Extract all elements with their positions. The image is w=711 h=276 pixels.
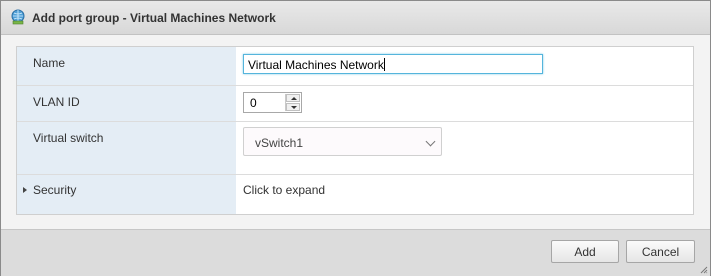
name-input-value: Virtual Machines Network xyxy=(248,58,384,72)
form-label-cell: Security xyxy=(17,175,236,214)
form-value-cell: Click to expand xyxy=(236,175,693,214)
chevron-down-icon xyxy=(425,136,436,147)
virtual-switch-label: Virtual switch xyxy=(33,131,104,145)
vlan-id-value: 0 xyxy=(250,96,257,110)
dialog-titlebar[interactable]: Add port group - Virtual Machines Networ… xyxy=(1,1,710,35)
decrement-button[interactable] xyxy=(286,103,300,111)
form-row-security[interactable]: Security Click to expand xyxy=(17,175,693,214)
increment-button[interactable] xyxy=(286,94,300,102)
text-caret xyxy=(383,58,385,71)
add-button[interactable]: Add xyxy=(551,240,619,263)
arrow-up-icon xyxy=(291,97,297,100)
dialog-title: Add port group - Virtual Machines Networ… xyxy=(32,11,276,25)
name-label: Name xyxy=(33,56,66,70)
stepper-buttons xyxy=(285,94,300,111)
form-label-cell: VLAN ID xyxy=(17,86,236,121)
form-value-cell: vSwitch1 xyxy=(236,122,693,174)
add-port-group-dialog: Add port group - Virtual Machines Networ… xyxy=(0,0,711,276)
form-value-cell: Virtual Machines Network xyxy=(236,47,693,85)
dialog-body: Name Virtual Machines Network VLAN ID 0 xyxy=(1,35,710,229)
name-input[interactable]: Virtual Machines Network xyxy=(243,54,543,74)
resize-grip-icon[interactable] xyxy=(700,266,708,274)
form-row-vlan: VLAN ID 0 xyxy=(17,86,693,122)
security-label[interactable]: Security xyxy=(33,183,76,197)
network-portgroup-icon xyxy=(11,9,25,25)
dialog-footer: Add Cancel xyxy=(1,229,710,276)
security-expand-text[interactable]: Click to expand xyxy=(243,183,325,197)
form-row-name: Name Virtual Machines Network xyxy=(17,47,693,86)
port-group-form: Name Virtual Machines Network VLAN ID 0 xyxy=(16,46,694,215)
virtual-switch-select[interactable]: vSwitch1 xyxy=(243,127,442,156)
form-label-cell: Virtual switch xyxy=(17,122,236,174)
arrow-down-icon xyxy=(291,106,297,109)
expand-arrow-icon[interactable] xyxy=(23,187,27,193)
cancel-button[interactable]: Cancel xyxy=(626,240,695,263)
form-row-vswitch: Virtual switch vSwitch1 xyxy=(17,122,693,175)
vlan-id-stepper[interactable]: 0 xyxy=(243,92,302,113)
virtual-switch-value: vSwitch1 xyxy=(255,136,304,150)
form-label-cell: Name xyxy=(17,47,236,85)
vlan-id-label: VLAN ID xyxy=(33,95,80,109)
form-value-cell: 0 xyxy=(236,86,693,121)
